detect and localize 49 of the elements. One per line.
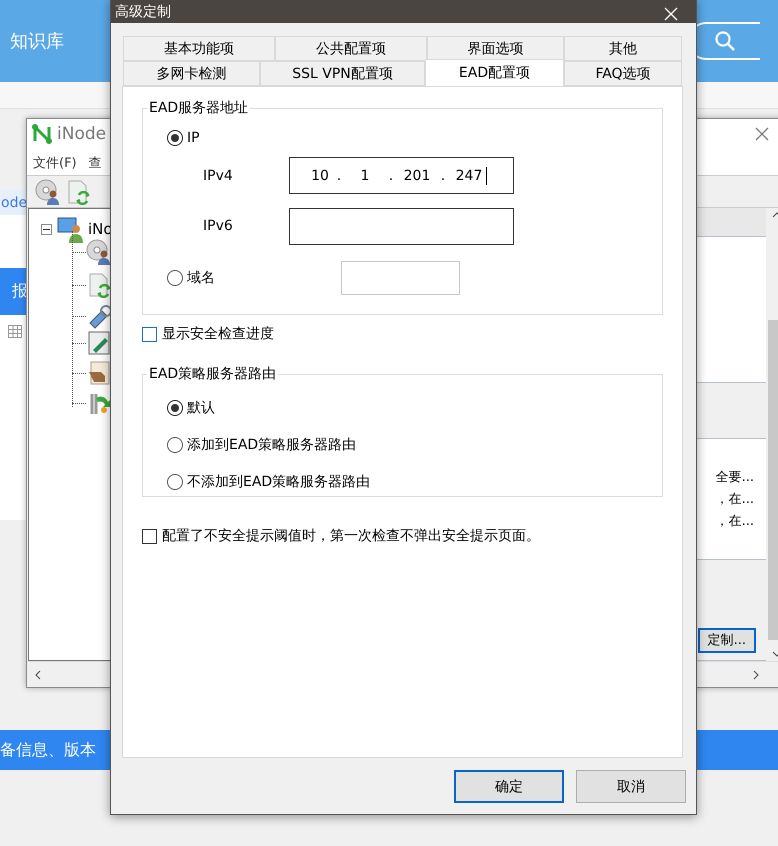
tab[interactable]: 基本功能项 xyxy=(123,36,275,61)
tab[interactable]: FAQ选项 xyxy=(564,61,682,86)
tab[interactable]: 其他 xyxy=(564,36,682,61)
tab[interactable]: 多网卡检测 xyxy=(123,61,260,86)
progress-checkbox[interactable]: 显示安全检查进度 xyxy=(142,325,663,343)
tab[interactable]: 界面选项 xyxy=(427,36,564,61)
domain-field[interactable] xyxy=(341,261,460,295)
collapse-icon[interactable] xyxy=(41,224,52,235)
banner-text: 报 xyxy=(12,281,28,302)
ipv4-field[interactable]: 10 . 1 . 201 . 247 xyxy=(289,157,514,194)
scroll-down-icon[interactable] xyxy=(772,651,778,658)
ok-button[interactable]: 确定 xyxy=(454,770,564,803)
edit-document-icon[interactable] xyxy=(86,330,112,356)
scroll-left-icon[interactable] xyxy=(35,670,41,680)
user-disc-icon[interactable] xyxy=(35,178,61,205)
ip-radio[interactable]: IP xyxy=(167,123,662,153)
route-radio[interactable]: 添加到EAD策略服务器路由 xyxy=(167,426,662,463)
field-label: IPv4 xyxy=(202,168,234,184)
prompt-checkbox[interactable]: 配置了不安全提示阈值时，第一次检查不弹出安全提示页面。 xyxy=(142,527,663,545)
dialog-title: 高级定制 xyxy=(115,3,171,21)
cancel-button[interactable]: 取消 xyxy=(576,770,686,803)
tab[interactable]: 公共配置项 xyxy=(275,36,427,61)
route-radio[interactable]: 不添加到EAD策略服务器路由 xyxy=(167,463,662,500)
ipv6-field[interactable] xyxy=(289,208,514,244)
summary-text: ，在... xyxy=(716,513,754,530)
user-disc-icon[interactable] xyxy=(86,239,112,266)
search-icon[interactable] xyxy=(714,30,736,52)
window-title: iNode xyxy=(57,124,106,144)
close-icon[interactable] xyxy=(755,127,769,142)
logo-icon xyxy=(31,123,53,146)
summary-text: ，在... xyxy=(716,491,754,508)
menu-item[interactable]: 查 xyxy=(88,154,102,172)
scroll-up-icon[interactable] xyxy=(772,212,778,218)
grid-icon xyxy=(8,325,22,338)
computer-user-icon[interactable] xyxy=(56,215,84,244)
group-title: EAD服务器地址 xyxy=(148,99,250,117)
scroll-right-icon[interactable] xyxy=(753,670,759,680)
nav-text[interactable]: ode xyxy=(1,194,28,210)
site-title: 知识库 xyxy=(10,30,64,53)
field-label: IPv6 xyxy=(202,218,234,234)
domain-radio[interactable]: 域名 xyxy=(167,260,215,296)
customize-button[interactable]: 定制... xyxy=(698,628,756,653)
footer-text: 备信息、版本 xyxy=(0,740,96,760)
route-radio[interactable]: 默认 xyxy=(167,389,662,426)
summary-text: 全要... xyxy=(716,469,754,486)
tab[interactable]: EAD配置项 xyxy=(425,59,564,86)
tab[interactable]: SSL VPN配置项 xyxy=(260,61,425,86)
menu-item[interactable]: 文件(F) xyxy=(33,154,77,172)
group-title: EAD策略服务器路由 xyxy=(148,365,278,383)
